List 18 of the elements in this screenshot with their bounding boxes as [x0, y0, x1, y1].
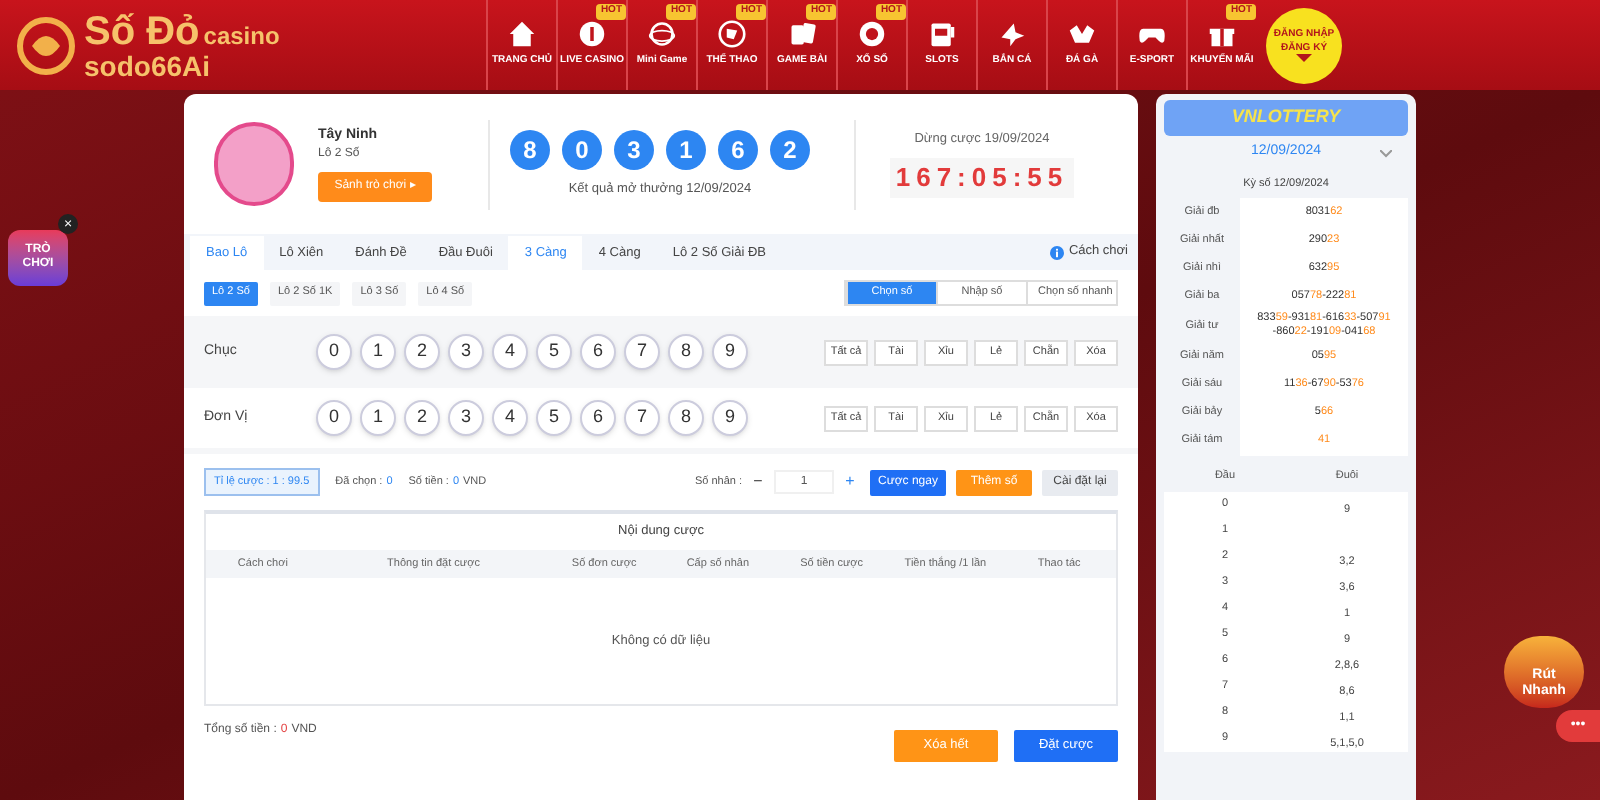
house-icon [508, 20, 536, 49]
cards-icon [788, 20, 816, 49]
plus-button[interactable]: + [840, 470, 860, 494]
lottery-logo: VNLOTTERY [1164, 100, 1408, 136]
minus-button[interactable]: − [748, 470, 768, 494]
slot-machine-icon [928, 20, 956, 49]
logo-swirl-icon [16, 15, 76, 75]
lotto-ball-icon [858, 20, 886, 49]
ball-icon [718, 20, 746, 49]
brand-domain: sodo66Ai [84, 51, 213, 79]
orb-icon [648, 20, 676, 49]
coin-icon [578, 20, 606, 49]
info-icon [1050, 245, 1065, 259]
countdown: 167:05:55 [889, 158, 1075, 198]
brand-suffix: casino [203, 23, 280, 47]
chevron-down-icon [1380, 149, 1392, 157]
brand-name: Số Đỏ [84, 11, 200, 51]
province-logo-placeholder [214, 122, 294, 206]
